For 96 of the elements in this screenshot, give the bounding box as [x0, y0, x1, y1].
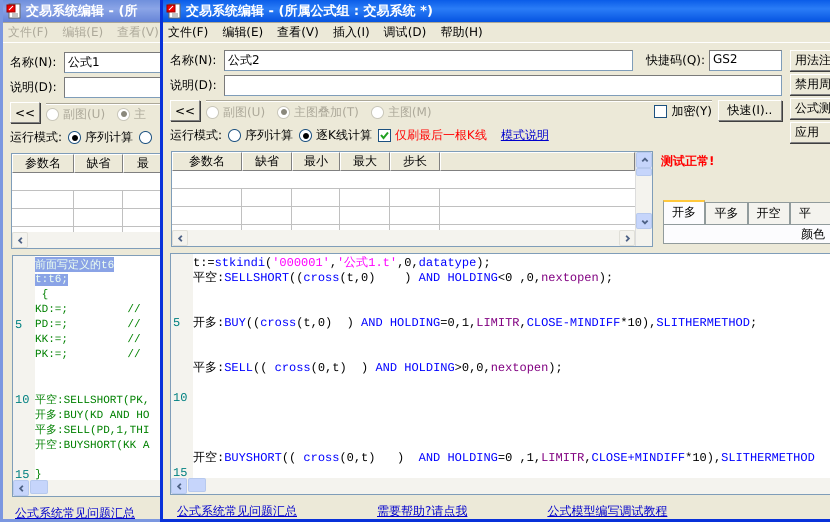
scroll-right-button[interactable] [619, 230, 635, 246]
field-label: 名称(N): [170, 52, 218, 69]
chevron-left-icon [16, 484, 26, 492]
menu-item[interactable]: 调试(D) [384, 24, 426, 40]
code-line: 开多:BUY(KD AND HO [35, 408, 150, 422]
column-header[interactable]: 最小 [292, 152, 340, 171]
field-label: 颜色 [801, 226, 825, 242]
scroll-left-button[interactable] [12, 232, 28, 248]
column-header[interactable]: 缺省 [74, 154, 123, 173]
scroll-left-button[interactable] [172, 230, 188, 246]
chevron-up-icon [640, 156, 648, 164]
column-header[interactable]: 最 [123, 154, 162, 173]
field-label: 说明(D): [10, 79, 58, 96]
vertical-scrollbar[interactable] [635, 152, 652, 246]
code-editor[interactable] [170, 253, 830, 495]
test-status: 测试正常! [661, 153, 716, 170]
code-line: t:=stkindi('000001','公式1.t',0,datatype); [193, 255, 491, 271]
scroll-left-button[interactable] [13, 480, 29, 496]
code-line: 平空:SELLSHORT(PK, [35, 392, 150, 407]
horizontal-scrollbar[interactable] [12, 232, 162, 248]
radio-button[interactable]: 逐K线计算 [299, 127, 372, 144]
app-icon [6, 3, 22, 19]
description-field[interactable] [64, 77, 163, 98]
horizontal-scrollbar[interactable] [172, 230, 635, 246]
collapse-button[interactable]: << [170, 100, 200, 121]
tab[interactable]: 平多 [705, 202, 748, 224]
chevron-left-icon [176, 234, 184, 242]
line-number: 10 [15, 392, 30, 406]
column-header[interactable]: 最大 [340, 152, 390, 171]
name-field[interactable]: 公式2 [224, 50, 634, 71]
help-link[interactable]: 公式系统常见问题汇总 [177, 503, 297, 519]
tab[interactable]: 开空 [748, 202, 790, 224]
scroll-thumb[interactable] [188, 478, 206, 492]
chevron-right-icon [622, 234, 632, 242]
side-button[interactable]: 公式测 [790, 98, 830, 119]
radio-button[interactable]: 序列计算 [228, 127, 294, 144]
radio-button[interactable] [139, 131, 152, 144]
code-line: { [40, 288, 48, 300]
help-link[interactable]: 公式模型编写调试教程 [547, 503, 668, 519]
code-editor[interactable]: 前面写定义的t6 t:t6; { KD:=; // 5 PD:=; // KK:=; // PK:=; // 10 平空:SELLSHORT(PK, 开多:BUY(KD AND HO 平多:SELL(PD,1,THI 开空:BUYSHORT(KK A 15 } [12, 255, 163, 497]
quick-button[interactable]: 快速(I).. [718, 100, 782, 121]
description-field[interactable] [224, 75, 782, 96]
line-number: 10 [173, 390, 188, 404]
code-line: PK:=; // [35, 348, 141, 360]
scroll-thumb[interactable] [636, 168, 652, 176]
scroll-left-button[interactable] [171, 478, 187, 494]
app-icon [166, 3, 182, 19]
menu-item[interactable]: 编辑(E) [222, 24, 264, 40]
column-header[interactable]: 参数名 [172, 152, 242, 171]
side-button[interactable]: 应用 [790, 122, 830, 143]
window-title: 交易系统编辑 - (所属公式组 : 交易系统 *) [186, 2, 433, 20]
line-number: 5 [173, 316, 180, 330]
name-field[interactable]: 公式1 [64, 52, 163, 73]
code-line: 开空:BUYSHORT(( cross(0,t) ) AND HOLDING=0 ,1,LIMITR,CLOSE+MINDIFF*10),SLITHERMETHOD [193, 450, 815, 466]
column-header[interactable]: 步长 [390, 152, 440, 171]
radio-button[interactable]: 序列计算 [68, 129, 134, 146]
horizontal-scrollbar[interactable] [171, 478, 830, 494]
field-label: 运行模式: [170, 127, 222, 144]
field-label: 名称(N): [10, 54, 58, 71]
code-line: KD:=; // [35, 304, 141, 316]
field-label: 说明(D): [170, 77, 218, 94]
menu-item[interactable]: 插入(I) [332, 24, 370, 40]
tab[interactable]: 平 [790, 202, 830, 224]
code-line: PD:=; // [35, 318, 141, 330]
scroll-down-button[interactable] [636, 213, 652, 229]
code-line: 开多:BUY((cross(t,0) ) AND HOLDING=0,1,LIMITR,CLOSE-MINDIFF*10),SLITHERMETHOD; [193, 315, 758, 331]
menu-item[interactable]: 查看(V) [277, 24, 319, 40]
menu-item[interactable]: 帮助(H) [440, 24, 483, 40]
code-line: 平多:SELL(PD,1,THI [35, 423, 150, 437]
scroll-thumb[interactable] [30, 480, 48, 494]
mode-help-link[interactable]: 模式说明 [500, 127, 549, 144]
help-link[interactable]: 公式系统常见问题汇总 [15, 505, 135, 519]
code-line: KK:=; // [35, 334, 141, 346]
horizontal-scrollbar[interactable] [13, 480, 162, 496]
side-button[interactable]: 禁用周 [790, 74, 830, 95]
line-number: 5 [15, 318, 22, 332]
field-label: 快捷码(Q): [646, 52, 705, 69]
column-header[interactable]: 缺省 [242, 152, 292, 171]
line-number: 15 [15, 468, 30, 480]
code-line: 平空:SELLSHORT((cross(t,0) ) AND HOLDING<0 ,0,nextopen); [193, 270, 614, 286]
menu-item[interactable]: 文件(F) [168, 24, 208, 40]
shortcut-field[interactable]: GS2 [709, 50, 782, 71]
field-label: 运行模式: [10, 129, 62, 146]
column-header[interactable]: 参数名 [12, 154, 74, 173]
collapse-button[interactable]: << [10, 102, 40, 123]
tab[interactable]: 开多 [663, 200, 706, 224]
help-link[interactable]: 需要帮助?请点我 [377, 503, 468, 519]
chevron-left-icon [16, 236, 24, 244]
scroll-up-button[interactable] [636, 152, 652, 168]
code-line: 开空:BUYSHORT(KK A [35, 438, 150, 452]
code-line: } [35, 468, 42, 480]
code-line: 平多:SELL(( cross(0,t) ) AND HOLDING>0,0,nextopen); [193, 360, 563, 376]
chevron-left-icon [174, 482, 184, 490]
window-title: 交易系统编辑 - (所 [26, 2, 138, 20]
line-number: 15 [173, 466, 188, 478]
checkbox[interactable]: 加密(Y) [654, 103, 712, 120]
